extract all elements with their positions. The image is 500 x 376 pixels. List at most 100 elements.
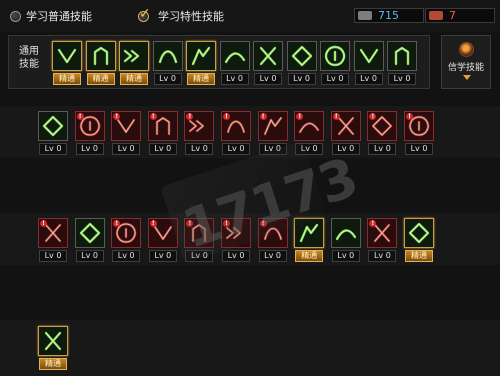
star-icon [404, 218, 434, 248]
skill-level-label: Lv 0 [148, 143, 177, 155]
row3-skill-slot[interactable]: 精通 [38, 326, 68, 372]
throw-icon [387, 41, 417, 71]
tab-label: 学习普通技能 [26, 10, 92, 23]
row1-skill-slot[interactable]: ! Lv 0 [147, 111, 178, 157]
row2-skill-slot[interactable]: Lv 0 [74, 218, 105, 264]
common-skill-slot[interactable]: Lv 0 [152, 41, 183, 87]
common-skill-slot[interactable]: Lv 0 [353, 41, 384, 87]
row2-skill-slot[interactable]: ! Lv 0 [111, 218, 142, 264]
common-skill-slot[interactable]: Lv 0 [286, 41, 317, 87]
skill-level-label: Lv 0 [354, 73, 383, 85]
common-skill-slot[interactable]: Lv 0 [219, 41, 250, 87]
skill-level-label: 精通 [39, 358, 67, 370]
backstep-icon [119, 41, 149, 71]
leap-icon [85, 41, 116, 71]
skill-level-label: Lv 0 [368, 250, 397, 262]
row2-skill-slot[interactable]: 精通 [404, 218, 434, 264]
top-bar: 学习普通技能 ✓ 学习特性技能 715 7 [0, 0, 500, 32]
lock-badge-icon: ! [332, 113, 340, 120]
coin-icon [358, 11, 372, 20]
row1-skill-slot[interactable]: ! Lv 0 [404, 111, 434, 157]
wings-icon [152, 41, 183, 71]
common-skill-slot[interactable]: Lv 0 [387, 41, 417, 87]
row1-skill-slot[interactable]: ! Lv 0 [111, 111, 142, 157]
skill-level-label: Lv 0 [220, 73, 249, 85]
vortex-icon [320, 41, 350, 71]
moon-icon: ! [367, 218, 398, 248]
ticket-icon [429, 11, 443, 20]
arrows-icon: ! [147, 111, 178, 141]
lock-badge-icon: ! [406, 113, 413, 120]
common-skill-slot[interactable]: Lv 0 [320, 41, 350, 87]
row2-skill-slot[interactable]: ! Lv 0 [38, 218, 68, 264]
skill-window: 学习普通技能 ✓ 学习特性技能 715 7 通用技能 精通 精通 精通 Lv 0 精通 L… [0, 0, 500, 376]
row1-skill-slot[interactable]: ! Lv 0 [74, 111, 105, 157]
skill-level-label: 精通 [295, 250, 324, 262]
shield-icon: ! [221, 111, 251, 141]
row1-skill-slot[interactable]: ! Lv 0 [184, 111, 215, 157]
tab-learn-normal-skills[interactable]: 学习普通技能 [10, 7, 92, 25]
armor-icon: ! [111, 218, 142, 248]
skill-level-label: Lv 0 [39, 143, 67, 155]
lock-badge-icon: ! [76, 113, 84, 120]
skill-level-label: Lv 0 [287, 73, 316, 85]
crosshair-icon [219, 41, 250, 71]
row1-skill-slot[interactable]: Lv 0 [38, 111, 68, 157]
common-skill-slot[interactable]: 精通 [85, 41, 116, 87]
side-skills-button[interactable]: 信学技能 [441, 35, 491, 89]
common-skill-slot[interactable]: 精通 [186, 41, 216, 87]
triangle-down-icon [463, 75, 471, 80]
skill-level-label: Lv 0 [75, 250, 104, 262]
lock-badge-icon: ! [149, 113, 157, 120]
runner-icon [38, 111, 68, 141]
awaken-icon [38, 326, 68, 356]
wave-icon: ! [184, 111, 215, 141]
special-points-display: 7 [425, 8, 495, 23]
tab-learn-trait-skills[interactable]: ✓ 学习特性技能 [138, 6, 224, 25]
radio-icon [10, 10, 21, 22]
skill-level-label: Lv 0 [331, 250, 360, 262]
slash-icon: ! [74, 111, 105, 141]
skill-level-label: 精通 [405, 250, 433, 262]
blast-icon: ! [330, 111, 361, 141]
skill-level-label: Lv 0 [222, 143, 250, 155]
skill-level-label: Lv 0 [405, 143, 433, 155]
row2-skill-slot[interactable]: ! Lv 0 [367, 218, 398, 264]
skill-level-label: Lv 0 [39, 250, 67, 262]
skill-level-label: Lv 0 [112, 143, 141, 155]
side-skills-label: 信学技能 [447, 63, 484, 73]
row1-skill-slot[interactable]: ! Lv 0 [367, 111, 398, 157]
row2-skill-slot[interactable]: Lv 0 [330, 218, 361, 264]
skill-level-label: Lv 0 [388, 73, 416, 85]
common-skills-title: 通用技能 [19, 46, 39, 70]
swirl-icon: ! [38, 218, 68, 248]
skill-level-label: Lv 0 [148, 250, 177, 262]
spin-icon: ! [257, 111, 288, 141]
skill-level-label: Lv 0 [75, 143, 104, 155]
skill-level-label: Lv 0 [321, 73, 349, 85]
lock-badge-icon: ! [40, 220, 47, 227]
sprint-icon [253, 41, 283, 71]
skill-level-label: 精通 [187, 73, 215, 85]
points-display: 715 [354, 8, 424, 23]
skill-level-label: 精通 [53, 73, 81, 85]
common-skill-slot[interactable]: 精通 [119, 41, 149, 87]
row1-skill-slot[interactable]: ! Lv 0 [221, 111, 251, 157]
skill-level-label: Lv 0 [258, 250, 287, 262]
skill-level-label: Lv 0 [153, 73, 182, 85]
kick-icon [286, 41, 317, 71]
tab-label: 学习特性技能 [158, 10, 224, 23]
skill-band-3 [0, 320, 500, 376]
special-points-value: 7 [449, 9, 456, 22]
dash-icon [52, 41, 82, 71]
skill-level-label: Lv 0 [185, 143, 214, 155]
common-skill-slot[interactable]: 精通 [52, 41, 82, 87]
claw-icon: ! [111, 111, 142, 141]
crescent-icon: ! [294, 111, 325, 141]
skill-level-label: Lv 0 [112, 250, 141, 262]
common-skill-slot[interactable]: Lv 0 [253, 41, 283, 87]
skill-level-label: 精通 [86, 73, 115, 85]
skill-level-label: Lv 0 [368, 143, 397, 155]
impact-icon: ! [367, 111, 398, 141]
points-value: 715 [378, 9, 399, 22]
